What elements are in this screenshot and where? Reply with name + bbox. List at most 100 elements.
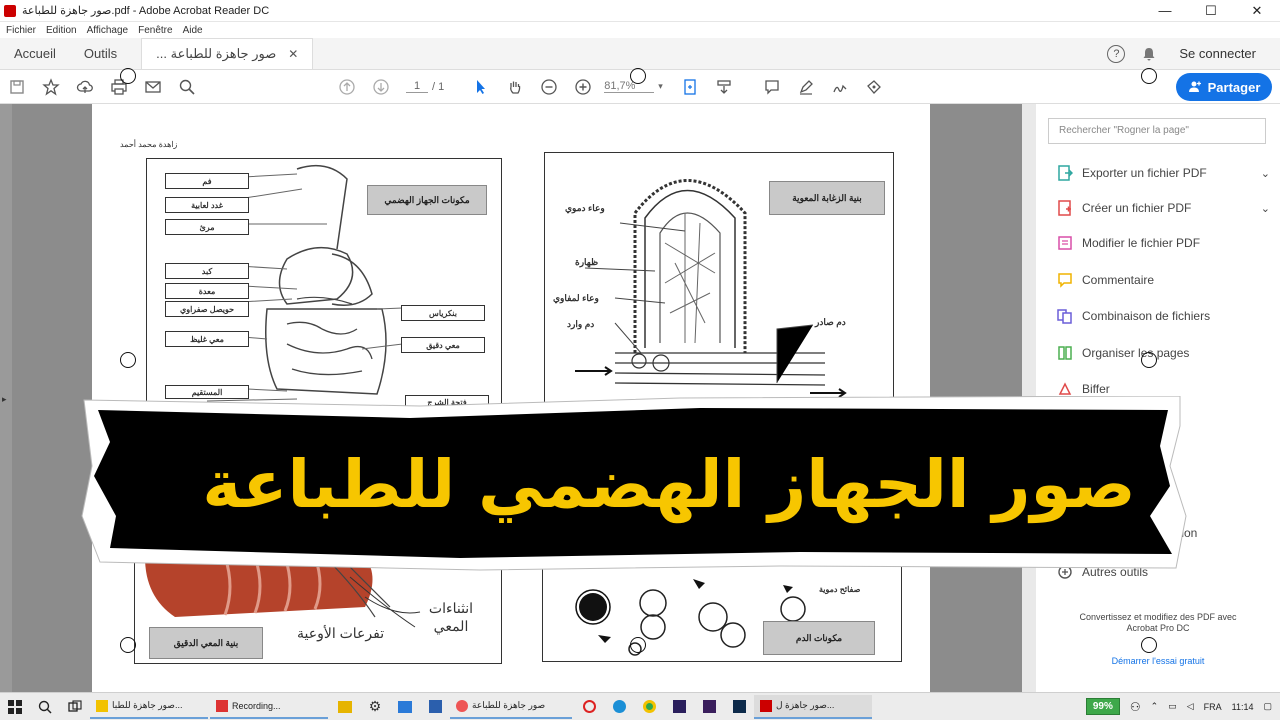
photoshop-pin-icon[interactable] (724, 693, 754, 720)
acrobat-app-icon (4, 4, 16, 17)
tools-search-input[interactable]: Rechercher "Rogner la page" (1048, 118, 1266, 144)
chevron-down-icon[interactable]: ⌄ (1261, 167, 1270, 180)
network-icon[interactable]: ▭ (1168, 701, 1177, 712)
tab-document[interactable]: صور جاهزة للطباعة ... ✕ (141, 38, 314, 69)
tool-organize-pages[interactable]: Organiser les pages (1056, 344, 1270, 362)
taskbar-app-recording[interactable]: Recording... (210, 695, 328, 719)
organize-pages-icon (1056, 344, 1074, 362)
clock-time[interactable]: 11:14 (1232, 702, 1254, 712)
tool-export-pdf[interactable]: Exporter un fichier PDF ⌄ (1056, 164, 1270, 182)
tool-combine-files[interactable]: Combinaison de fichiers (1056, 307, 1270, 325)
premiere-pin-icon[interactable] (694, 693, 724, 720)
volume-icon[interactable]: ◁ (1187, 701, 1194, 712)
diagram-small-intestine-structure: انثناءات المعي تفرعات الأوعية بنية المعي… (134, 556, 502, 664)
comment-icon[interactable] (755, 73, 789, 101)
chevron-down-icon[interactable]: ⌄ (1261, 202, 1270, 215)
fill-sign-icon[interactable] (857, 73, 891, 101)
email-icon[interactable] (136, 73, 170, 101)
bookmark-star-icon[interactable] (34, 73, 68, 101)
taskbar-app-recording-label: Recording... (232, 700, 281, 711)
menu-item-help[interactable]: Aide (183, 25, 203, 36)
tab-tools[interactable]: Outils (70, 38, 131, 69)
label-mouth: فم (165, 173, 249, 189)
tool-redact-label: Biffer (1082, 382, 1110, 396)
zoom-dropdown-chevron-icon[interactable]: ▾ (658, 81, 663, 92)
taskbar-search-icon[interactable] (30, 693, 60, 720)
page-number-input[interactable]: 1 (406, 80, 428, 93)
villus-illustration (575, 179, 847, 398)
add-user-icon (1188, 81, 1201, 92)
close-window-button[interactable]: ✕ (1234, 0, 1280, 22)
help-icon[interactable]: ? (1107, 44, 1126, 63)
after-effects-pin-icon[interactable] (664, 693, 694, 720)
notification-center-icon[interactable]: ▢ (1263, 701, 1272, 712)
cursor-highlight-ring (1141, 68, 1157, 84)
taskbar-app-explorer[interactable]: صور جاهزة للطبا... (90, 695, 208, 719)
label-gallbladder: حويصل صفراوي (165, 301, 249, 317)
share-button[interactable]: Partager (1176, 73, 1272, 101)
hand-tool-icon[interactable] (498, 73, 532, 101)
tray-expand-icon[interactable]: ⌃ (1151, 701, 1159, 712)
window-title: صور جاهزة للطباعة.pdf - Adobe Acrobat Re… (22, 5, 270, 17)
opera-pin-icon[interactable] (574, 693, 604, 720)
tool-edit-pdf-label: Modifier le fichier PDF (1082, 236, 1201, 250)
highlight-pen-icon[interactable] (789, 73, 823, 101)
menu-item-window[interactable]: Fenêtre (138, 25, 172, 36)
zoom-out-icon[interactable] (532, 73, 566, 101)
left-panel-toggle[interactable]: ▸ (0, 104, 12, 692)
maximize-button[interactable]: ☐ (1188, 0, 1234, 22)
settings-pin-icon[interactable]: ⚙ (360, 693, 390, 720)
tool-comment[interactable]: Commentaire (1056, 271, 1270, 289)
people-icon[interactable]: ⚇ (1130, 700, 1141, 714)
task-view-icon[interactable] (60, 693, 90, 720)
scroll-mode-icon[interactable] (707, 73, 741, 101)
menu-item-view[interactable]: Affichage (87, 25, 129, 36)
input-language[interactable]: FRA (1204, 702, 1222, 712)
search-icon[interactable] (170, 73, 204, 101)
save-icon[interactable] (0, 73, 34, 101)
page-display-icon[interactable] (673, 73, 707, 101)
photos-pin-icon[interactable] (390, 693, 420, 720)
minimize-button[interactable]: — (1142, 0, 1188, 22)
sign-in-link[interactable]: Se connecter (1179, 46, 1256, 61)
free-trial-link[interactable]: Démarrer l'essai gratuit (1036, 656, 1280, 666)
record-icon (216, 699, 228, 712)
tool-edit-pdf[interactable]: Modifier le fichier PDF (1056, 234, 1270, 252)
page-author-text: زاهدة محمد أحمد (120, 140, 178, 149)
share-button-label: Partager (1207, 79, 1261, 95)
create-pdf-icon (1056, 199, 1074, 217)
battery-indicator[interactable]: 99% (1085, 698, 1120, 715)
tool-create-pdf[interactable]: Créer un fichier PDF ⌄ (1056, 199, 1270, 217)
zoom-in-icon[interactable] (566, 73, 600, 101)
chrome-pin-icon[interactable] (634, 693, 664, 720)
close-tab-icon[interactable]: ✕ (288, 47, 298, 61)
notification-bell-icon[interactable] (1141, 46, 1157, 62)
menu-bar: Fichier Edition Affichage Fenêtre Aide (0, 22, 1280, 38)
cursor-highlight-ring (630, 68, 646, 84)
word-pin-icon[interactable] (420, 693, 450, 720)
edge-pin-icon[interactable] (604, 693, 634, 720)
diagram-intestinal-villus: بنية الزغابة المعوية وعاء دموي ظهارة وعا… (544, 152, 894, 408)
tab-home[interactable]: Accueil (0, 38, 70, 69)
upload-cloud-icon[interactable] (68, 73, 102, 101)
previous-page-icon[interactable] (330, 73, 364, 101)
acrobat-icon (760, 699, 772, 712)
page-number-box: 1 / 1 (406, 80, 444, 93)
menu-item-edit[interactable]: Edition (46, 25, 77, 36)
windows-start-icon[interactable] (0, 693, 30, 720)
label-stomach: معدة (165, 283, 249, 299)
taskbar-app-acrobat[interactable]: صور جاهزة ل... (754, 694, 872, 719)
tab-bar: Accueil Outils صور جاهزة للطباعة ... ✕ ?… (0, 38, 1280, 70)
tool-export-pdf-label: Exporter un fichier PDF (1082, 166, 1207, 180)
sign-icon[interactable] (823, 73, 857, 101)
label-salivary-glands: غدد لعابية (165, 197, 249, 213)
zoom-level-select[interactable]: 81,7% (604, 80, 655, 93)
file-explorer-pin-icon[interactable] (330, 693, 360, 720)
cursor-highlight-ring (630, 637, 646, 653)
taskbar-app-firefox[interactable]: صور جاهزة للطباعة (450, 695, 572, 719)
menu-item-file[interactable]: Fichier (6, 25, 36, 36)
select-cursor-icon[interactable] (464, 73, 498, 101)
tab-document-label: صور جاهزة للطباعة ... (156, 46, 277, 61)
cursor-highlight-ring (120, 352, 136, 368)
next-page-icon[interactable] (364, 73, 398, 101)
